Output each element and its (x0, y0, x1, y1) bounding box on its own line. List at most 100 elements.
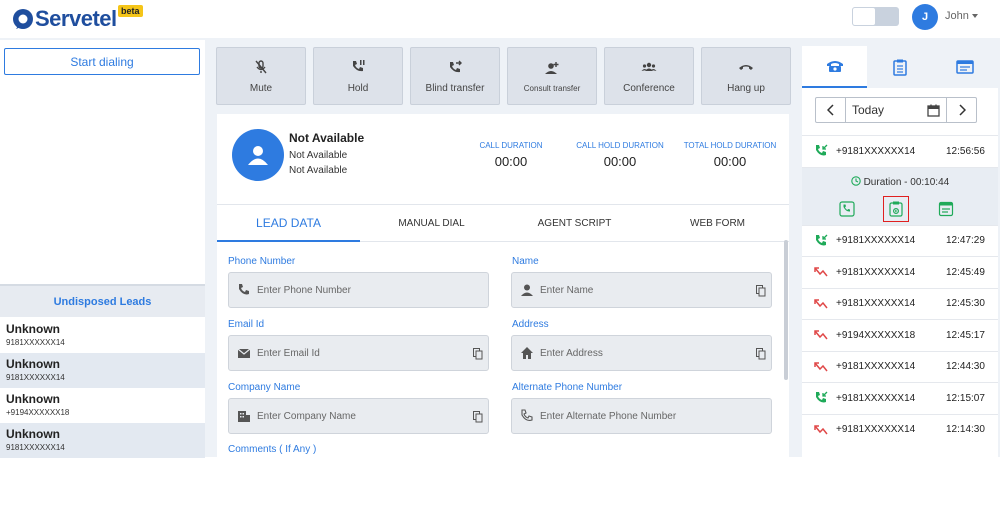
lead-item[interactable]: Unknown 9181XXXXXX14 (0, 318, 205, 353)
form-scrollbar[interactable] (784, 240, 788, 380)
clock-icon (851, 175, 861, 186)
previous-date-button[interactable] (816, 98, 846, 122)
email-id-field (228, 335, 489, 371)
status-toggle[interactable] (852, 7, 899, 26)
call-hold-duration-value: 00:00 (603, 154, 637, 169)
company-name-label: Company Name (228, 382, 301, 393)
copy-icon[interactable] (756, 285, 766, 297)
mute-label: Mute (249, 82, 273, 94)
call-notes-button[interactable] (933, 196, 959, 222)
call-back-button[interactable] (834, 196, 860, 222)
user-menu[interactable]: John (945, 10, 978, 22)
app-root: Servetel beta J John Start dialing Undis… (0, 0, 1000, 527)
tab-manual-dial[interactable]: MANUAL DIAL (360, 205, 503, 242)
call-row[interactable]: +9181XXXXXX14 12:45:49 (802, 256, 998, 288)
chevron-right-icon (958, 104, 966, 116)
address-label: Address (512, 319, 549, 330)
call-row[interactable]: +9194XXXXXX18 12:45:17 (802, 319, 998, 351)
call-duration-detail: Duration - 00:10:44 (802, 175, 998, 188)
name-label: Name (512, 256, 539, 267)
copy-icon[interactable] (473, 348, 483, 360)
left-panel: Start dialing Undisposed Leads Unknown 9… (0, 40, 205, 458)
phone-icon (521, 409, 533, 421)
user-avatar[interactable]: J (912, 4, 938, 30)
status-title: Not Available (289, 131, 365, 145)
tab-agent-script[interactable]: AGENT SCRIPT (503, 205, 646, 242)
tab-call-history[interactable] (802, 46, 867, 88)
lead-form-panel: LEAD DATA MANUAL DIAL AGENT SCRIPT WEB F… (217, 204, 789, 457)
phone-box-icon (839, 200, 855, 217)
name-input[interactable] (540, 282, 750, 298)
top-header: Servetel beta J John (0, 0, 1000, 38)
hang-up-button[interactable]: Hang up (701, 47, 791, 105)
conference-label: Conference (623, 82, 675, 94)
list-card-icon (955, 60, 974, 74)
consult-transfer-button[interactable]: Consult transfer (507, 47, 597, 105)
email-id-input[interactable] (257, 345, 467, 361)
email-id-label: Email Id (228, 319, 265, 330)
company-name-field (228, 398, 489, 434)
agent-status-card: Not Available Not Available Not Availabl… (217, 114, 789, 204)
lead-name: Unknown (6, 392, 60, 406)
call-controls: Mute Hold Blind transfer Consult transfe… (216, 47, 791, 105)
call-time: 12:15:07 (946, 392, 985, 404)
address-field (511, 335, 772, 371)
phone-number-field (228, 272, 489, 308)
tab-web-form[interactable]: WEB FORM (646, 205, 789, 242)
call-row[interactable]: +9181XXXXXX14 12:56:56 (802, 135, 998, 167)
call-time: 12:45:30 (946, 298, 985, 310)
hold-button[interactable]: Hold (313, 47, 403, 105)
lead-tabs: LEAD DATA MANUAL DIAL AGENT SCRIPT WEB F… (217, 205, 789, 242)
date-label: Today (852, 103, 885, 117)
beta-badge: beta (118, 5, 143, 17)
copy-icon[interactable] (473, 411, 483, 423)
incoming-call-icon (816, 391, 828, 403)
total-hold-duration-label: TOTAL HOLD DURATION (683, 141, 777, 150)
call-time: 12:47:29 (946, 235, 985, 247)
call-row[interactable]: +9181XXXXXX14 12:47:29 (802, 224, 998, 257)
call-duration-value: 00:00 (494, 154, 528, 169)
phone-number-label: Phone Number (228, 256, 296, 267)
call-number: +9181XXXXXX14 (836, 298, 916, 310)
conference-button[interactable]: Conference (604, 47, 694, 105)
call-row[interactable]: +9181XXXXXX14 12:15:07 (802, 382, 998, 414)
call-time: 12:45:17 (946, 329, 985, 341)
lead-item[interactable]: Unknown 9181XXXXXX14 (0, 353, 205, 388)
alternate-phone-label: Alternate Phone Number (512, 382, 623, 393)
address-input[interactable] (540, 345, 750, 361)
tab-calendar-list[interactable] (932, 46, 997, 88)
call-time: 12:56:56 (946, 145, 985, 157)
start-dialing-button[interactable]: Start dialing (4, 48, 200, 75)
call-row[interactable]: +9181XXXXXX14 12:45:30 (802, 287, 998, 320)
right-panel-tabs (802, 46, 998, 88)
toggle-knob (852, 7, 876, 26)
next-date-button[interactable] (946, 98, 976, 122)
consult-transfer-label: Consult transfer (523, 83, 581, 93)
date-display[interactable]: Today (846, 98, 946, 122)
mute-button[interactable]: Mute (216, 47, 306, 105)
person-icon (521, 284, 533, 296)
tab-lead-data[interactable]: LEAD DATA (217, 205, 360, 242)
blind-transfer-label: Blind transfer (425, 82, 485, 94)
chevron-left-icon (826, 104, 834, 116)
alternate-phone-input[interactable] (540, 408, 750, 424)
blind-transfer-button[interactable]: Blind transfer (410, 47, 500, 105)
copy-icon[interactable] (756, 348, 766, 360)
lead-item[interactable]: Unknown +9194XXXXXX18 (0, 388, 205, 423)
phone-forward-icon (450, 60, 462, 72)
call-recording-button[interactable] (883, 195, 909, 222)
phone-icon (239, 284, 249, 295)
company-name-input[interactable] (257, 408, 467, 424)
lead-number: 9181XXXXXX14 (6, 443, 65, 452)
call-row[interactable]: +9181XXXXXX14 12:14:30 (802, 413, 998, 446)
tab-clipboard[interactable] (867, 46, 932, 88)
call-number: +9181XXXXXX14 (836, 424, 916, 436)
phone-number-input[interactable] (257, 282, 467, 298)
undisposed-lead-list: Unknown 9181XXXXXX14 Unknown 9181XXXXXX1… (0, 318, 205, 458)
status-line-2: Not Available (289, 165, 348, 176)
comments-label: Comments ( If Any ) (228, 444, 317, 455)
brand-logo[interactable]: Servetel (12, 6, 117, 32)
lead-item[interactable]: Unknown 9181XXXXXX14 (0, 423, 205, 458)
notes-icon (938, 201, 954, 216)
call-row[interactable]: +9181XXXXXX14 12:44:30 (802, 350, 998, 383)
